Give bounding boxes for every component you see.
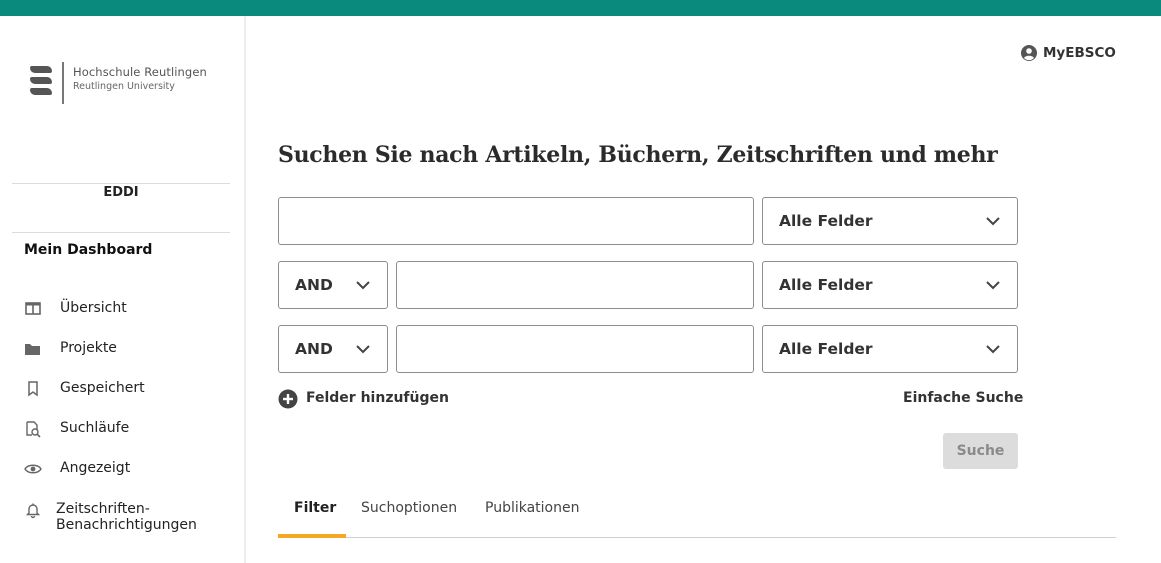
chevron-down-icon: [356, 281, 370, 290]
dashboard-title: Mein Dashboard: [24, 242, 153, 258]
tab-filter[interactable]: Filter: [294, 500, 336, 516]
chevron-down-icon: [986, 281, 1000, 290]
folder-icon: [25, 344, 40, 355]
simple-search-link[interactable]: Einfache Suche: [903, 390, 1023, 406]
tab-search-options[interactable]: Suchoptionen: [361, 500, 457, 516]
sidebar-item-label: Angezeigt: [60, 460, 131, 476]
operator-select-value: AND: [295, 340, 333, 358]
tab-publications[interactable]: Publikationen: [485, 500, 579, 516]
active-tab-indicator: [278, 534, 346, 538]
field-select-2[interactable]: Alle Felder: [762, 261, 1018, 309]
tabs-divider: [278, 537, 1116, 538]
chevron-down-icon: [986, 217, 1000, 226]
chevron-down-icon: [356, 345, 370, 354]
search-text-input[interactable]: [279, 198, 753, 244]
search-history-icon: [26, 421, 41, 438]
top-accent-bar: [0, 0, 1161, 16]
search-text-input[interactable]: [397, 326, 753, 372]
plus-circle-icon: [278, 389, 298, 409]
sidebar-item-journal-alerts[interactable]: Zeitschriften- Benachrichtigungen: [20, 498, 230, 538]
logo-name: Hochschule Reutlingen: [73, 65, 207, 79]
user-circle-icon: [1021, 45, 1037, 61]
operator-select-value: AND: [295, 276, 333, 294]
logo-divider: [62, 62, 64, 104]
columns-icon: [25, 302, 41, 315]
search-input-2[interactable]: [396, 261, 754, 309]
sidebar-item-label: Übersicht: [60, 300, 127, 316]
sidebar-item-label-line2: Benachrichtigungen: [56, 517, 197, 533]
field-select-value: Alle Felder: [779, 340, 873, 358]
sidebar-item-label: Gespeichert: [60, 380, 145, 396]
bookmark-icon: [28, 381, 38, 397]
myebsco-label: MyEBSCO: [1043, 45, 1116, 61]
logo-subtitle: Reutlingen University: [73, 81, 175, 92]
sidebar-item-projects[interactable]: Projekte: [20, 336, 230, 364]
sidebar-section-label[interactable]: EDDI: [12, 185, 230, 200]
lions-emblem-icon: [30, 66, 54, 102]
sidebar-item-label-line1: Zeitschriften-: [56, 501, 150, 517]
add-fields-label: Felder hinzufügen: [306, 390, 449, 406]
sidebar-divider: [12, 232, 230, 233]
search-input-1[interactable]: [278, 197, 754, 245]
sidebar-item-label: Suchläufe: [60, 420, 130, 436]
search-input-3[interactable]: [396, 325, 754, 373]
sidebar-item-label: Zeitschriften- Benachrichtigungen: [56, 501, 197, 533]
search-text-input[interactable]: [397, 262, 753, 308]
sidebar-item-searches[interactable]: Suchläufe: [20, 416, 230, 444]
sidebar-item-viewed[interactable]: Angezeigt: [20, 456, 230, 484]
sidebar-item-label: Projekte: [60, 340, 117, 356]
search-button[interactable]: Suche: [943, 433, 1018, 469]
sidebar-item-saved[interactable]: Gespeichert: [20, 376, 230, 404]
page-title: Suchen Sie nach Artikeln, Büchern, Zeits…: [278, 142, 998, 168]
field-select-3[interactable]: Alle Felder: [762, 325, 1018, 373]
operator-select-3[interactable]: AND: [278, 325, 388, 373]
chevron-down-icon: [986, 345, 1000, 354]
bell-icon: [25, 503, 41, 519]
sidebar-item-overview[interactable]: Übersicht: [20, 296, 230, 324]
field-select-value: Alle Felder: [779, 212, 873, 230]
sidebar-divider: [12, 183, 230, 184]
operator-select-2[interactable]: AND: [278, 261, 388, 309]
university-logo[interactable]: Hochschule Reutlingen Reutlingen Univers…: [30, 62, 230, 106]
field-select-1[interactable]: Alle Felder: [762, 197, 1018, 245]
field-select-value: Alle Felder: [779, 276, 873, 294]
eye-icon: [24, 464, 42, 474]
